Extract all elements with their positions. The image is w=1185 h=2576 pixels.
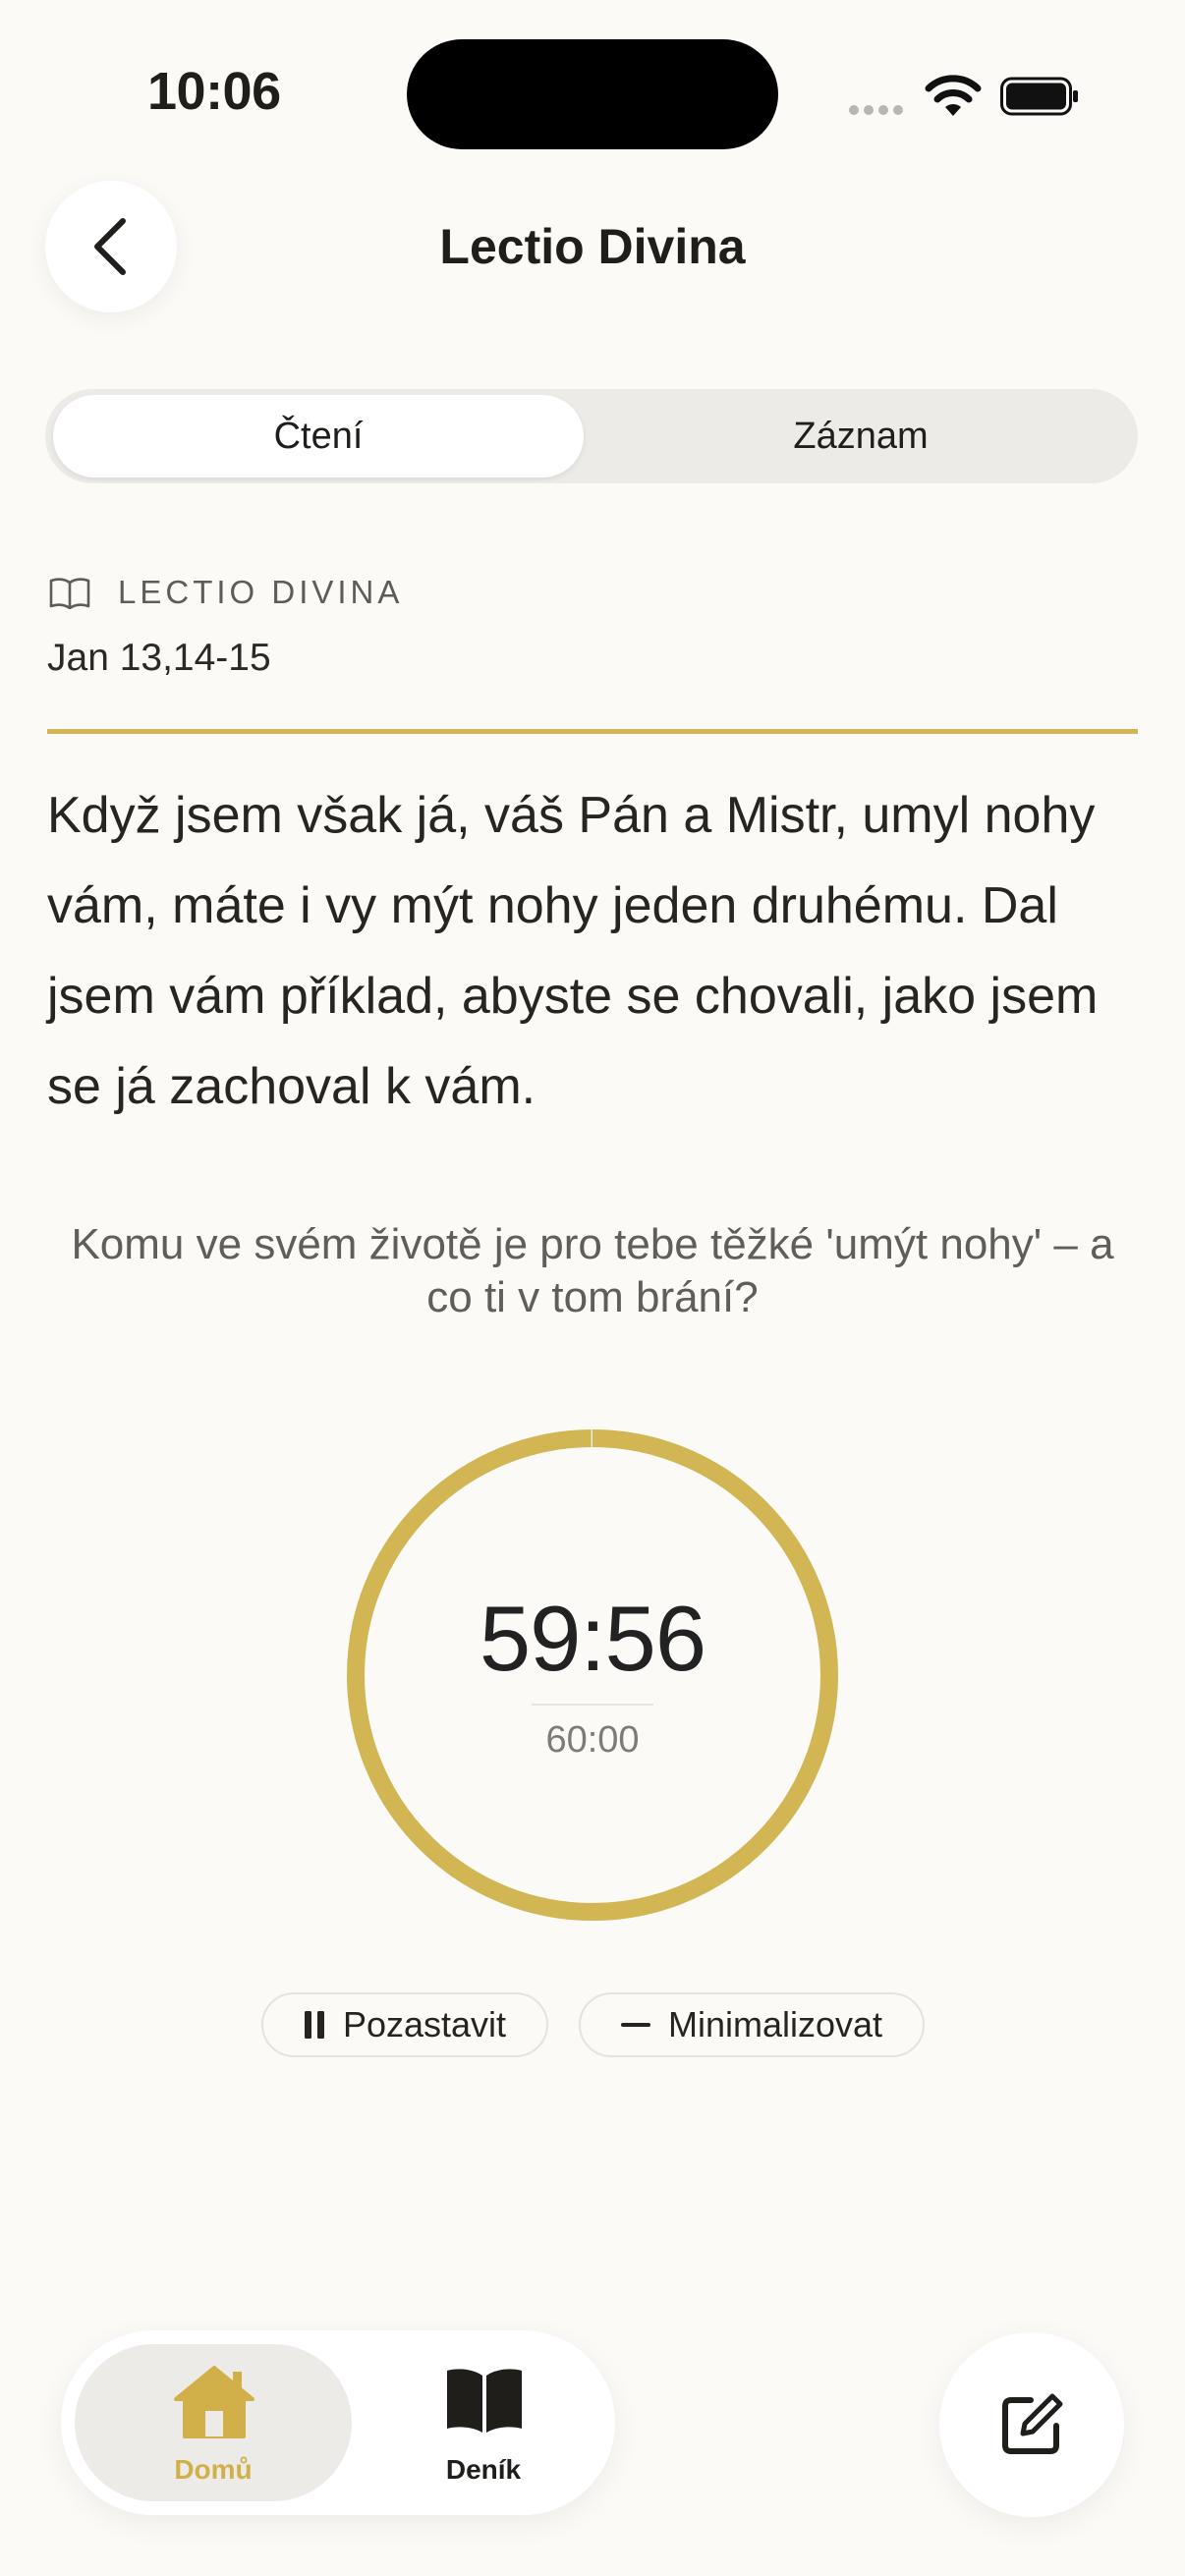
tab-bar: Domů Deník: [61, 2330, 615, 2515]
house-icon: [174, 2366, 254, 2438]
compose-button[interactable]: [939, 2332, 1124, 2517]
section-label: LECTIO DIVINA: [118, 574, 404, 610]
nav-item-journal[interactable]: Deník: [385, 2344, 582, 2501]
segmented-control: Čtení Záznam: [45, 389, 1138, 483]
minimize-label: Minimalizovat: [667, 2004, 883, 2044]
wifi-icon: [925, 75, 982, 116]
tab-cteni-label: Čtení: [273, 415, 364, 457]
reflection-question: Komu ve svém životě je pro tebe těžké 'u…: [71, 1220, 1114, 1321]
compose-icon: [1002, 2393, 1063, 2454]
tab-zaznam[interactable]: Záznam: [592, 395, 1130, 477]
pause-label: Pozastavit: [342, 2004, 507, 2044]
scripture-reference: Jan 13,14-15: [47, 637, 271, 679]
cellular-signal-icon: [849, 102, 908, 120]
book-open-icon: [49, 578, 90, 609]
nav-home-label: Domů: [174, 2454, 253, 2485]
pause-icon: [304, 2011, 324, 2039]
tab-zaznam-label: Záznam: [793, 415, 929, 457]
battery-icon: [1000, 77, 1078, 116]
minus-icon: [620, 2023, 650, 2027]
pause-button[interactable]: Pozastavit: [261, 1992, 548, 2057]
dynamic-island: [407, 39, 778, 149]
tab-cteni[interactable]: Čtení: [53, 395, 584, 477]
nav-item-home[interactable]: Domů: [75, 2344, 352, 2501]
scripture-text: Když jsem však já, váš Pán a Mistr, umyl…: [47, 787, 1099, 1115]
timer-total: 60:00: [545, 1719, 640, 1761]
status-time: 10:06: [147, 62, 281, 121]
nav-journal-label: Deník: [445, 2454, 522, 2485]
timer-separator: [532, 1704, 653, 1706]
divider: [47, 729, 1138, 734]
page-title: Lectio Divina: [439, 219, 746, 274]
book-icon: [447, 2369, 522, 2433]
minimize-button[interactable]: Minimalizovat: [579, 1992, 925, 2057]
timer-remaining: 59:56: [479, 1587, 706, 1690]
